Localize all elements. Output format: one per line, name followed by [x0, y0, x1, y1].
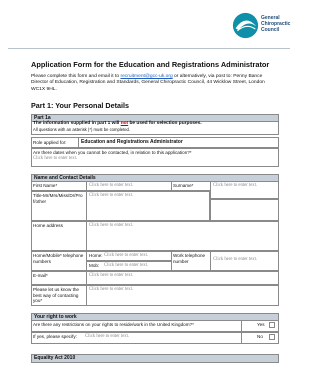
title-spacer-cell	[210, 199, 279, 221]
mobile-phone-input[interactable]: Click here to enter text.	[104, 263, 148, 269]
phone-label: Home/Mobile* telephone numbers	[33, 253, 84, 264]
address-label: Home address	[33, 223, 63, 228]
title-label: Title-Mr/Mrs/Miss/Dr/Prof/other	[33, 193, 83, 204]
work-phone-input[interactable]: Click here to enter text.	[213, 257, 273, 263]
intro-before: Please complete this form and email it t…	[31, 74, 121, 79]
brand-name: General Chiropractic Council	[261, 15, 295, 33]
rtw-yes-label: Yes	[257, 322, 265, 327]
form-page: General Chiropractic Council Application…	[0, 0, 298, 386]
title-input[interactable]: Click here to enter text.	[89, 193, 133, 199]
work-phone-label: Work telephone number	[173, 253, 206, 264]
info-before: The information supplied in part 1 will	[33, 121, 121, 126]
rtw-ifyes-label: If yes, please specify:	[33, 334, 77, 339]
required-note: All questions with an asterisk (*) must …	[33, 127, 131, 132]
dates-input[interactable]: Click here to enter text.	[33, 156, 77, 162]
address-input[interactable]: Click here to enter text.	[89, 223, 133, 229]
first-name-input[interactable]: Click here to enter text.	[89, 183, 133, 189]
first-name-label: First Name*	[33, 183, 58, 188]
rtw-no-label: No	[257, 334, 263, 339]
rtw-no-checkbox[interactable]	[269, 334, 275, 340]
home-phone-input[interactable]: Click here to enter text.	[104, 253, 148, 259]
surname-input[interactable]: Click here to enter text.	[213, 183, 273, 189]
surname-label: Surname*	[173, 183, 194, 188]
intro-text: Please complete this form and email it t…	[31, 74, 276, 93]
part1-heading: Part 1: Your Personal Details	[31, 101, 129, 110]
best-way-input[interactable]: Click here to enter text.	[89, 287, 133, 293]
email-link[interactable]: recruitment@gcc-uk.org	[120, 74, 172, 79]
page-title: Application Form for the Education and R…	[31, 60, 270, 69]
home-label: Home:	[89, 253, 103, 258]
mob-label: Mob:	[89, 263, 100, 268]
header-divider	[8, 48, 290, 49]
role-value: Education and Registrations Administrato…	[81, 138, 183, 145]
info-after: be used for selection purposes.	[128, 121, 202, 126]
best-way-label: Please let us know the best way of conta…	[33, 287, 79, 304]
rtw-question: Are there any restrictions on your right…	[33, 322, 194, 327]
gcc-logo-icon	[232, 12, 259, 39]
info-notice: The information supplied in part 1 will …	[33, 121, 202, 127]
equality-band: Equality Act 2010	[31, 354, 279, 363]
email-input[interactable]: Click here to enter text.	[89, 273, 133, 279]
role-label: Role applied for:	[33, 140, 67, 145]
dates-question: Are there dates when you cannot be conta…	[33, 150, 192, 155]
email-label: E-mail*	[33, 273, 48, 278]
rtw-ifyes-input[interactable]: Click here to enter text.	[85, 334, 129, 340]
rtw-yes-checkbox[interactable]	[269, 322, 275, 328]
brand-line-3: Council	[261, 27, 280, 33]
equality-heading: Equality Act 2010	[34, 355, 76, 361]
